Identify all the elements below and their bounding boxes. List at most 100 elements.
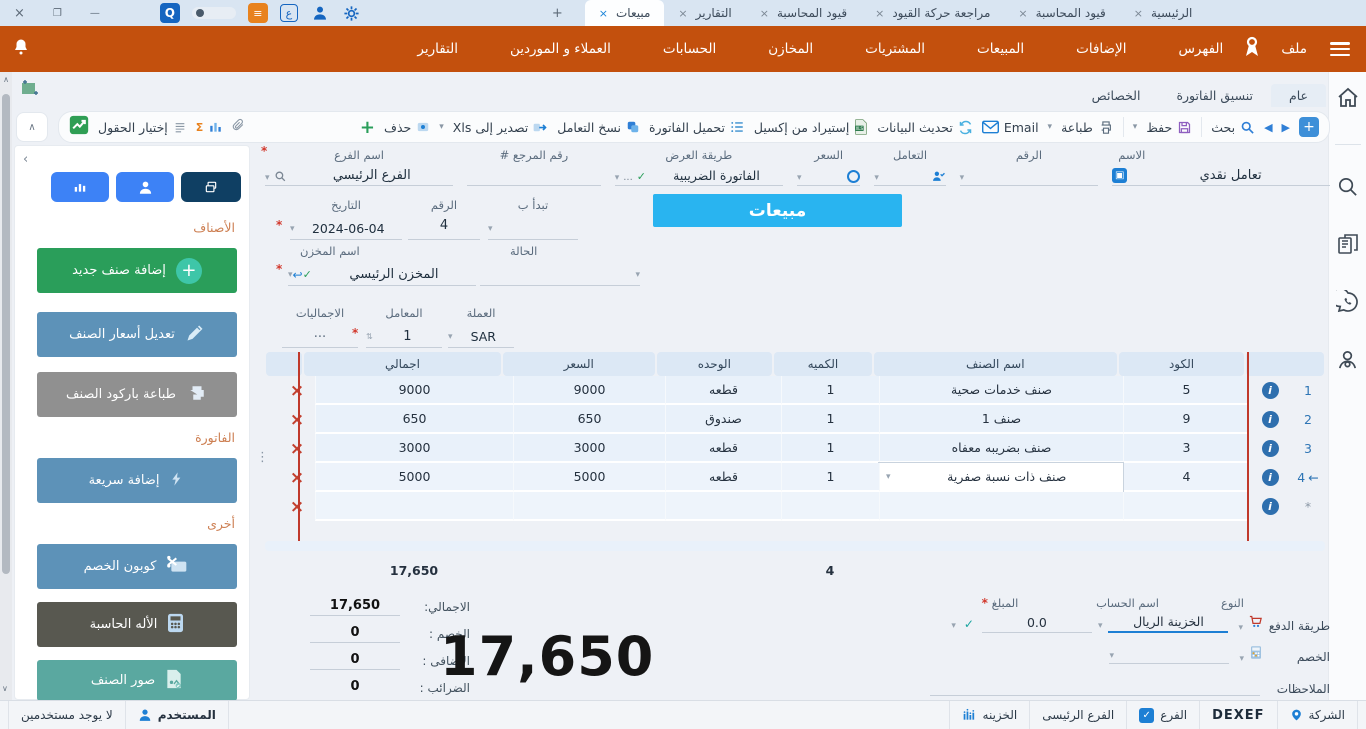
- refresh-data-button[interactable]: تحديث البيانات: [877, 120, 973, 135]
- row-info-icon[interactable]: i: [1249, 463, 1291, 492]
- account-name-field[interactable]: الخزينة الريال: [1108, 614, 1228, 633]
- tab-general[interactable]: عام: [1271, 84, 1326, 107]
- copy-transaction-button[interactable]: نسخ التعامل: [557, 120, 640, 135]
- menu-sales[interactable]: المبيعات: [960, 41, 1041, 57]
- email-button[interactable]: Email: [982, 120, 1039, 135]
- close-tab-icon[interactable]: ×: [1018, 7, 1027, 20]
- chevron-down-icon[interactable]: ▾: [1109, 651, 1114, 661]
- factor-field[interactable]: المعامل ⇅ 1: [366, 306, 442, 348]
- chevron-down-icon[interactable]: ▾: [951, 621, 956, 631]
- contact-icon[interactable]: [1336, 348, 1359, 375]
- bell-icon[interactable]: [12, 37, 30, 61]
- radio-icon[interactable]: [847, 170, 860, 183]
- gear-icon[interactable]: [342, 3, 362, 23]
- chevron-down-icon[interactable]: ▾: [265, 173, 270, 183]
- date-field[interactable]: التاريخ ▾ 2024-06-04: [290, 198, 402, 240]
- discount-coupon-button[interactable]: كوبون الخصم: [37, 544, 237, 589]
- save-button[interactable]: حفظ: [1146, 120, 1192, 135]
- quick-add-button[interactable]: إضافة سريعة: [37, 458, 237, 503]
- table-row[interactable]: 3 i 3 صنف بضريبه معفاه 1 قطعه 3000 3000 …: [265, 434, 1325, 463]
- menu-file[interactable]: ملف: [1264, 41, 1324, 57]
- summary-addition-value[interactable]: 0: [310, 652, 400, 670]
- dropdown-icon[interactable]: ▾: [1098, 621, 1103, 631]
- close-tab-icon[interactable]: ×: [760, 7, 769, 20]
- scroll-up-icon[interactable]: ∧: [0, 75, 12, 84]
- delete-row-icon[interactable]: ×: [290, 410, 304, 430]
- contact-card-icon[interactable]: ▣: [1112, 168, 1127, 183]
- chevron-down-icon[interactable]: ▾: [960, 173, 965, 183]
- col-quantity[interactable]: الكميه: [774, 352, 872, 376]
- chevron-down-icon[interactable]: ▾: [1239, 654, 1244, 664]
- warehouse-field[interactable]: اسم المخزن ▾ ↩ ✓ المخزن الرئيسي: [288, 244, 476, 286]
- vertical-scrollbar[interactable]: ∧ ∨: [0, 72, 12, 700]
- discount-field[interactable]: ▾: [1109, 651, 1229, 664]
- summary-discount-value[interactable]: 0: [310, 625, 400, 643]
- chart-sum-icon[interactable]: Σ: [196, 120, 224, 134]
- minimize-window-icon[interactable]: —: [90, 8, 100, 19]
- tab-reports[interactable]: × التقارير: [664, 0, 745, 26]
- more-options-icon[interactable]: ...: [623, 172, 633, 183]
- collapse-toolbar-button[interactable]: ∧: [16, 112, 48, 142]
- home-icon[interactable]: [1336, 86, 1360, 114]
- chevron-down-icon[interactable]: ▾: [635, 270, 640, 280]
- totals-shortcut-field[interactable]: الاجماليات ...: [282, 306, 358, 348]
- user-status[interactable]: المستخدم: [126, 701, 229, 729]
- menu-purchases[interactable]: المشتريات: [848, 41, 942, 57]
- hamburger-menu-icon[interactable]: [1330, 42, 1350, 56]
- chevron-down-icon[interactable]: ▾: [1238, 623, 1243, 633]
- status-field[interactable]: الحالة ▾: [480, 244, 640, 286]
- calculator-button[interactable]: الأله الحاسبة: [37, 602, 237, 647]
- scrollbar-thumb[interactable]: [2, 94, 10, 574]
- new-tab-button[interactable]: +: [552, 6, 563, 21]
- calculator-icon[interactable]: [1248, 645, 1264, 664]
- table-new-row[interactable]: * i ×: [265, 492, 1325, 521]
- menu-index[interactable]: الفهرس: [1161, 41, 1240, 57]
- edit-item-prices-button[interactable]: تعديل أسعار الصنف: [37, 312, 237, 357]
- col-item-name[interactable]: اسم الصنف: [874, 352, 1117, 376]
- sidebar-tab-customer[interactable]: [116, 172, 174, 202]
- currency-field[interactable]: العملة ▾ SAR: [448, 306, 514, 348]
- tab-sales[interactable]: × مبيعات: [585, 0, 665, 26]
- row-info-icon[interactable]: i: [1249, 434, 1291, 463]
- chevron-down-icon[interactable]: ▾: [797, 173, 802, 183]
- scroll-down-icon[interactable]: ∨: [2, 684, 8, 693]
- translate-icon[interactable]: ع: [280, 4, 298, 22]
- add-item-button[interactable]: + إضافة صنف جديد: [37, 248, 237, 293]
- company-status[interactable]: الشركة: [1278, 701, 1358, 729]
- print-button[interactable]: طباعة: [1061, 120, 1114, 135]
- search-rail-icon[interactable]: [1336, 175, 1359, 202]
- price-type-field[interactable]: ▾: [797, 166, 860, 186]
- table-row[interactable]: 2 i 9 صنف 1 1 صندوق 650 650 ×: [265, 405, 1325, 434]
- menu-clients-suppliers[interactable]: العملاء و الموردين: [493, 41, 628, 57]
- row-info-icon[interactable]: i: [1249, 405, 1291, 434]
- col-code[interactable]: الكود: [1119, 352, 1245, 376]
- number-field[interactable]: ▾: [960, 166, 1099, 186]
- nav-prev-icon[interactable]: ◀: [1264, 121, 1272, 134]
- sidebar-tab-actions[interactable]: [181, 172, 241, 202]
- col-total[interactable]: اجمالي: [304, 352, 501, 376]
- print-dropdown-icon[interactable]: ▾: [1048, 122, 1053, 132]
- insert-image-icon[interactable]: [20, 79, 40, 101]
- reference-number-field[interactable]: [467, 166, 601, 186]
- cart-icon[interactable]: [1247, 614, 1264, 633]
- export-xls-button[interactable]: تصدير إلى Xls: [453, 120, 548, 135]
- undo-icon[interactable]: ↩: [293, 268, 303, 282]
- save-dropdown-icon[interactable]: ▾: [1133, 122, 1138, 132]
- tab-accounting-entries[interactable]: × قيود المحاسبة: [746, 0, 861, 26]
- collapse-sidebar-icon[interactable]: ‹: [23, 152, 28, 167]
- documents-icon[interactable]: [1336, 232, 1360, 260]
- checkbox-icon[interactable]: ✓: [1139, 708, 1154, 723]
- restore-window-icon[interactable]: ❐: [53, 8, 62, 19]
- notes-field[interactable]: [930, 678, 1260, 696]
- chart-trend-icon[interactable]: [69, 115, 89, 139]
- chevron-down-icon[interactable]: ▾: [886, 472, 891, 482]
- whatsapp-icon[interactable]: [1336, 290, 1360, 318]
- delete-row-icon[interactable]: ×: [290, 497, 304, 517]
- toggle-slider[interactable]: [192, 7, 236, 19]
- delete-button[interactable]: حذف: [384, 120, 430, 135]
- add-record-button[interactable]: +: [1299, 117, 1319, 137]
- close-tab-icon[interactable]: ×: [875, 7, 884, 20]
- main-branch-status[interactable]: الفرع الرئيسى: [1030, 701, 1127, 729]
- close-tab-icon[interactable]: ×: [599, 7, 608, 20]
- tab-home[interactable]: × الرئيسية: [1120, 0, 1207, 26]
